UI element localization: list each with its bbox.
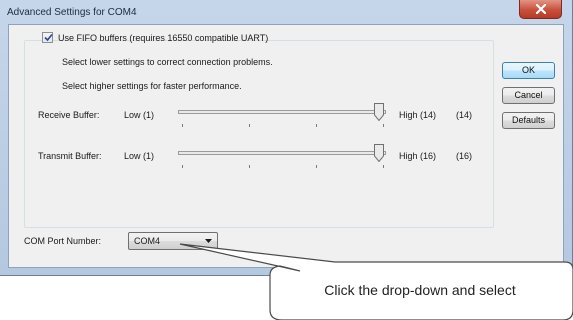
fifo-checkbox-label[interactable]: Use FIFO buffers (requires 16550 compati… xyxy=(58,33,268,43)
com-port-label: COM Port Number: xyxy=(24,236,102,246)
receive-slider-tick xyxy=(249,124,250,127)
fifo-checkbox[interactable] xyxy=(42,32,53,43)
title-bar[interactable]: Advanced Settings for COM4 xyxy=(0,0,573,24)
defaults-button[interactable]: Defaults xyxy=(502,112,555,129)
settings-group xyxy=(24,40,494,228)
hint-higher-text: Select higher settings for faster perfor… xyxy=(62,81,242,91)
advanced-settings-window: Advanced Settings for COM4 Use FIFO buff… xyxy=(0,0,573,276)
receive-value: (14) xyxy=(456,110,473,120)
receive-high-label: High (14) xyxy=(399,110,437,120)
transmit-slider-tick xyxy=(383,165,384,168)
close-x-icon xyxy=(535,4,546,14)
transmit-slider-track[interactable] xyxy=(178,151,386,155)
transmit-high-label: High (16) xyxy=(399,151,437,161)
checkmark-icon xyxy=(44,33,53,42)
transmit-slider-tick xyxy=(249,165,250,168)
receive-low-label: Low (1) xyxy=(124,110,155,120)
receive-slider-tick xyxy=(182,124,183,127)
receive-slider-track[interactable] xyxy=(178,110,386,114)
cancel-button[interactable]: Cancel xyxy=(502,87,555,104)
receive-slider-tick xyxy=(383,124,384,127)
hint-lower-text: Select lower settings to correct connect… xyxy=(62,57,273,67)
com-port-dropdown[interactable]: COM4 xyxy=(128,232,218,250)
receive-buffer-label: Receive Buffer: xyxy=(38,110,100,120)
chevron-down-icon[interactable] xyxy=(205,239,212,243)
receive-slider-thumb[interactable] xyxy=(374,103,384,121)
transmit-slider-tick xyxy=(316,165,317,168)
window-title: Advanced Settings for COM4 xyxy=(7,7,137,18)
callout-text: Click the drop-down and select xyxy=(324,282,516,298)
close-button[interactable] xyxy=(519,0,562,19)
com-port-selected-value: COM4 xyxy=(134,236,161,246)
transmit-value: (16) xyxy=(456,151,473,161)
ok-button[interactable]: OK xyxy=(502,62,555,79)
transmit-slider-tick xyxy=(182,165,183,168)
transmit-slider-thumb[interactable] xyxy=(374,144,384,162)
transmit-low-label: Low (1) xyxy=(124,151,155,161)
receive-slider-tick xyxy=(316,124,317,127)
transmit-buffer-label: Transmit Buffer: xyxy=(38,151,102,161)
